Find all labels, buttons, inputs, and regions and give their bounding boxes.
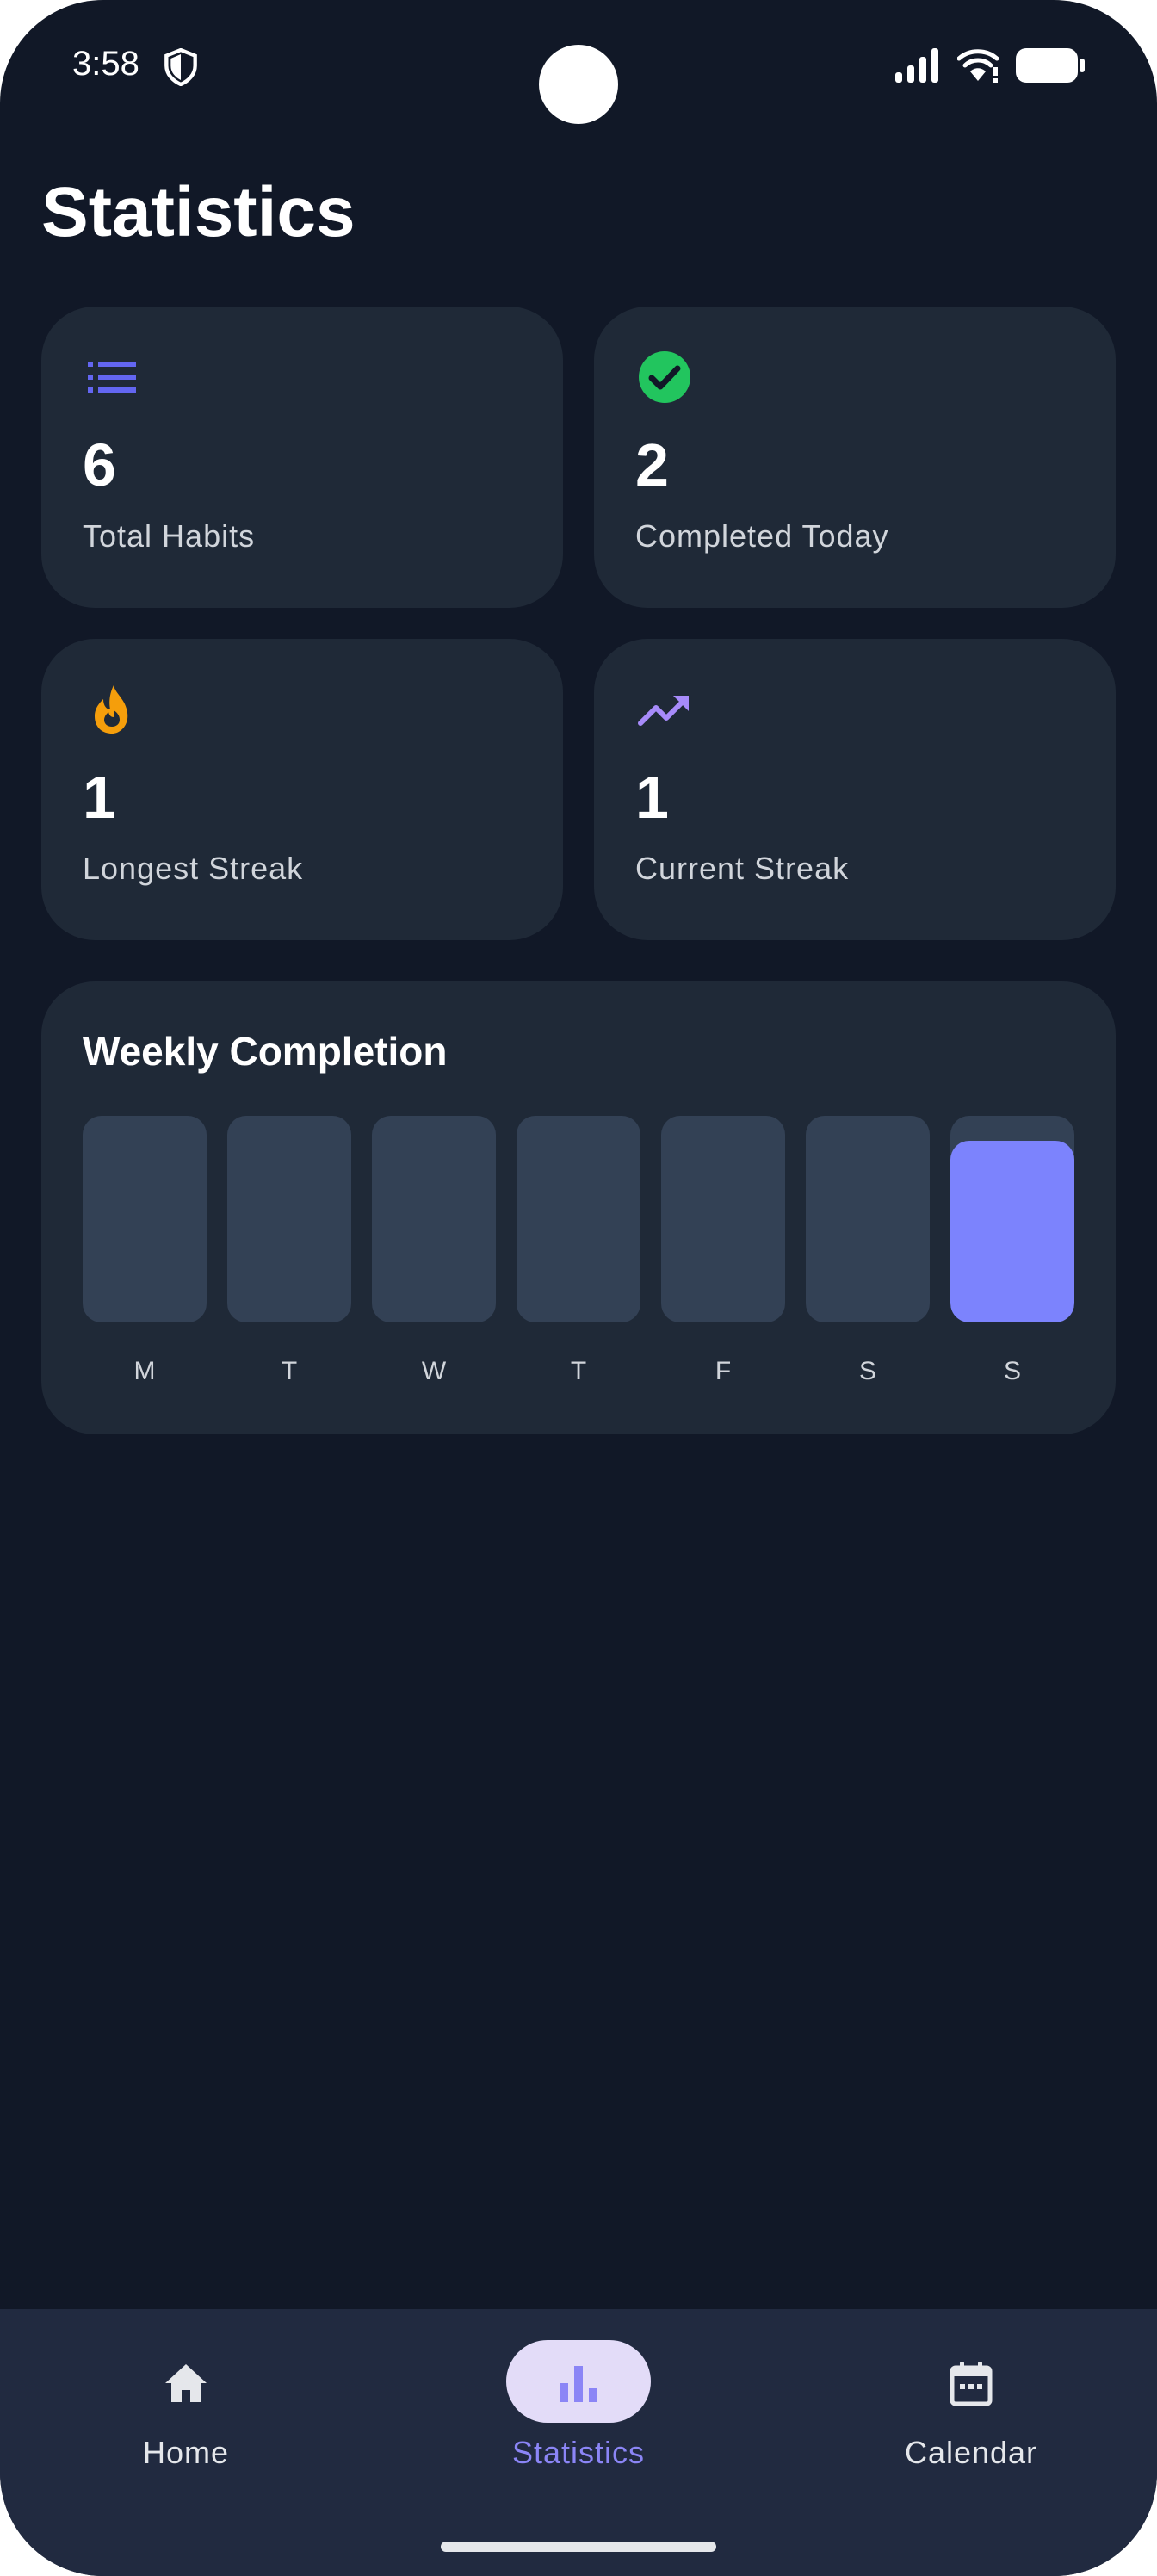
nav-item-statistics[interactable]: Statistics	[449, 2309, 708, 2507]
stat-value: 1	[635, 764, 669, 831]
weekly-day-label: T	[570, 1357, 587, 1385]
nav-label-calendar: Calendar	[904, 2435, 1038, 2470]
signal-icon	[895, 48, 938, 83]
stat-value: 6	[83, 431, 116, 498]
stat-card-completed-today: 2 Completed Today	[594, 307, 1116, 608]
list-icon	[88, 362, 136, 393]
weekly-bar-track	[372, 1116, 496, 1322]
stat-label: Current Streak	[635, 851, 850, 886]
weekly-bar-track	[950, 1116, 1074, 1322]
weekly-day-label: M	[133, 1357, 156, 1385]
stat-value: 1	[83, 764, 116, 831]
weekly-day-label: F	[715, 1357, 732, 1385]
weekly-bar-track	[517, 1116, 640, 1322]
nav-item-calendar[interactable]: Calendar	[842, 2309, 1100, 2507]
weekly-completion-card: Weekly Completion M T W T F S S	[41, 981, 1116, 1434]
nav-label-home: Home	[142, 2435, 230, 2470]
weekly-bar-track	[806, 1116, 930, 1322]
weekly-day-label: S	[1003, 1357, 1021, 1385]
nav-label-statistics: Statistics	[511, 2435, 646, 2470]
status-icons	[895, 48, 1085, 83]
weekly-completion-title: Weekly Completion	[83, 1029, 448, 1074]
stat-label: Completed Today	[635, 518, 889, 554]
status-time: 3:58	[72, 45, 139, 83]
weekly-day-label: S	[858, 1357, 876, 1385]
weekly-bar-track	[83, 1116, 207, 1322]
page-title: Statistics	[41, 173, 356, 251]
stat-label: Total Habits	[83, 518, 256, 554]
stat-card-current-streak: 1 Current Streak	[594, 639, 1116, 940]
fire-icon	[95, 685, 128, 734]
weekly-day-label: T	[281, 1357, 298, 1385]
battery-icon	[1016, 48, 1085, 83]
stat-value: 2	[635, 431, 669, 498]
front-camera	[539, 45, 618, 124]
weekly-day-label: W	[421, 1357, 447, 1385]
check-circle-icon	[639, 351, 690, 403]
phone-screen: 3:58 Statistics 6 Total Habits 2 Complet…	[0, 0, 1157, 2576]
calendar-icon	[950, 2362, 993, 2406]
status-bar: 3:58	[0, 0, 1157, 138]
weekly-bar-chart: MTWTFSS	[83, 1116, 1074, 1395]
bar-chart-icon	[560, 2366, 597, 2402]
weekly-bar	[950, 1141, 1074, 1322]
stat-label: Longest Streak	[83, 851, 304, 886]
nav-item-home[interactable]: Home	[57, 2309, 315, 2507]
wifi-icon	[957, 49, 999, 83]
home-icon	[165, 2364, 207, 2402]
trending-up-icon	[638, 696, 689, 726]
bottom-navigation: Home Statistics Calendar	[0, 2309, 1157, 2576]
gesture-bar	[441, 2542, 716, 2552]
stat-card-total-habits: 6 Total Habits	[41, 307, 563, 608]
stat-card-longest-streak: 1 Longest Streak	[41, 639, 563, 940]
weekly-bar-track	[661, 1116, 785, 1322]
shield-icon	[164, 48, 197, 86]
weekly-bar-track	[227, 1116, 351, 1322]
